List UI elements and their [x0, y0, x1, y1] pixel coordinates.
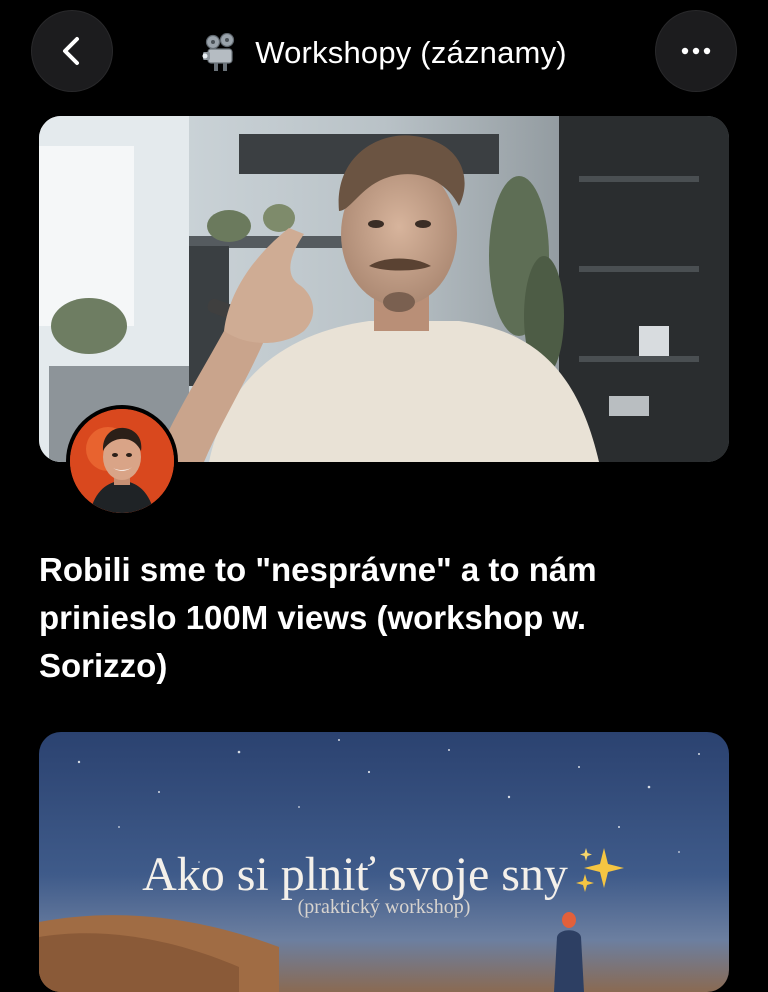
post-thumbnail[interactable]: Ako si plniť svoje sny (praktický worksh… [39, 732, 729, 992]
page-title: Workshopy (záznamy) [255, 35, 567, 70]
header-title: Workshopy (záznamy) [150, 26, 618, 80]
presenter-avatar-icon [70, 409, 174, 513]
film-projector-icon [202, 33, 235, 71]
top-bar: Workshopy (záznamy) [0, 0, 768, 100]
back-button[interactable] [31, 10, 113, 92]
thumbnail-title-text: Ako si plniť svoje sny [142, 848, 568, 901]
presenter-avatar-image [70, 409, 174, 513]
sparkles-icon [575, 848, 624, 892]
post-title[interactable]: Robili sme to "nesprávne" a to nám prini… [39, 546, 719, 690]
chevron-left-icon [63, 37, 79, 65]
ellipsis-icon [681, 47, 711, 55]
more-options-button[interactable] [655, 10, 737, 92]
thumbnail-title: Ako si plniť svoje sny [39, 844, 729, 902]
thumbnail-subtitle: (praktický workshop) [297, 896, 471, 918]
avatar[interactable] [66, 405, 178, 517]
